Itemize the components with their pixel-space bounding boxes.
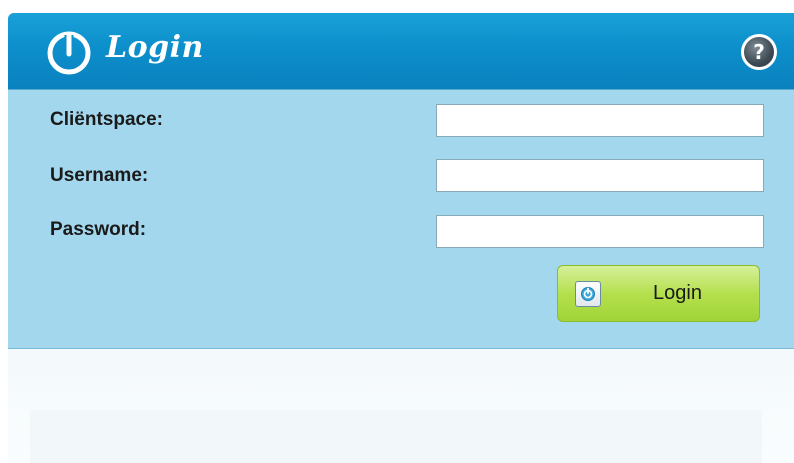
login-header: Login ? [8,13,794,90]
help-icon[interactable]: ? [741,34,777,70]
login-page: Login ? Cliëntspace: Username: Password:… [0,0,794,463]
clientspace-label: Cliëntspace: [50,109,163,130]
username-label: Username: [50,165,149,186]
login-panel: Login ? Cliëntspace: Username: Password:… [8,13,794,349]
username-input[interactable] [436,159,764,192]
power-logo-icon [47,31,91,75]
login-button[interactable]: Login [557,265,760,322]
page-title: Login [106,30,204,65]
password-input[interactable] [436,215,764,248]
password-label: Password: [50,219,147,240]
login-logo-icon [575,281,601,307]
clientspace-input[interactable] [436,104,764,137]
login-button-label: Login [653,282,702,304]
content-strip [30,410,762,463]
